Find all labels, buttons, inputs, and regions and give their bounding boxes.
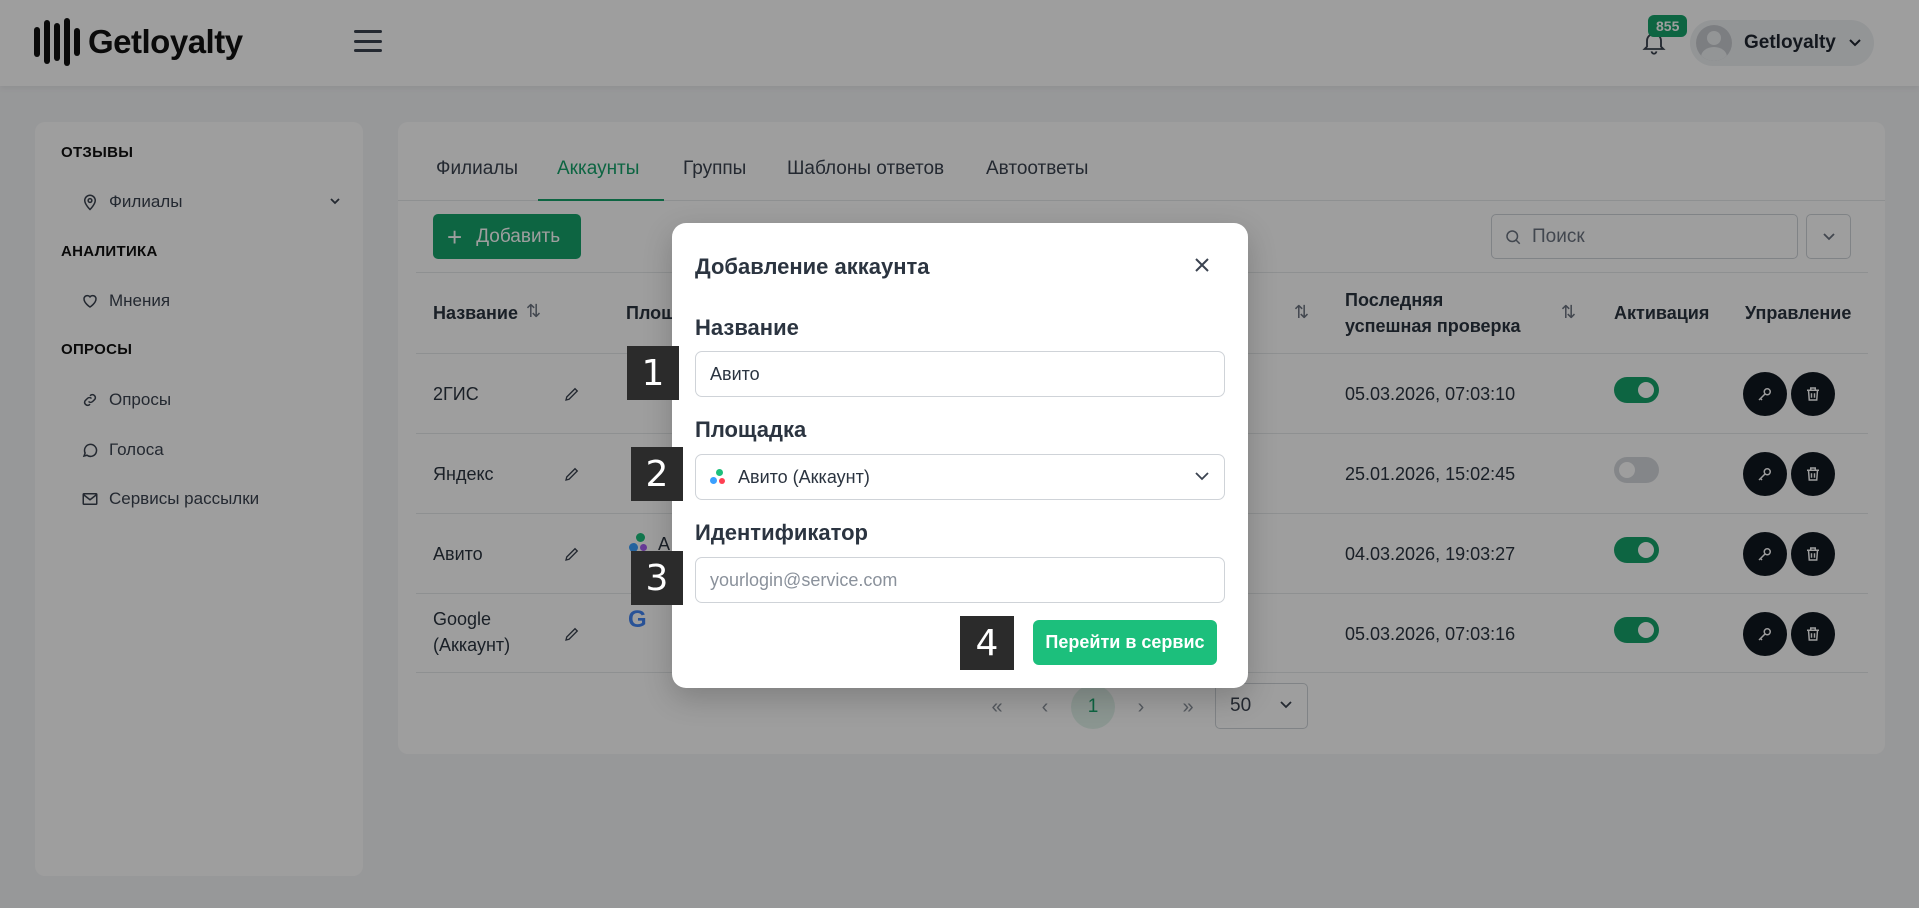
identifier-input-placeholder: yourlogin@service.com xyxy=(710,569,898,590)
platform-select-value: Авито (Аккаунт) xyxy=(738,466,870,487)
name-input[interactable]: Авито xyxy=(695,351,1225,397)
name-field-label: Название xyxy=(695,315,799,340)
annotation-marker-4: 4 xyxy=(960,616,1014,670)
identifier-field-label: Идентификатор xyxy=(695,520,868,545)
avito-logo-icon xyxy=(710,469,726,485)
modal-title: Добавление аккаунта xyxy=(695,254,930,279)
platform-select[interactable]: Авито (Аккаунт) xyxy=(695,454,1225,500)
go-to-service-button[interactable]: Перейти в сервис xyxy=(1033,620,1217,665)
platform-field-label: Площадка xyxy=(695,417,807,442)
annotation-marker-1: 1 xyxy=(627,346,679,400)
annotation-marker-2: 2 xyxy=(631,447,683,501)
close-icon[interactable] xyxy=(1192,255,1212,275)
annotation-marker-3: 3 xyxy=(631,551,683,605)
name-input-value: Авито xyxy=(710,363,760,384)
chevron-down-icon xyxy=(1195,472,1209,481)
identifier-input[interactable]: yourlogin@service.com xyxy=(695,557,1225,603)
